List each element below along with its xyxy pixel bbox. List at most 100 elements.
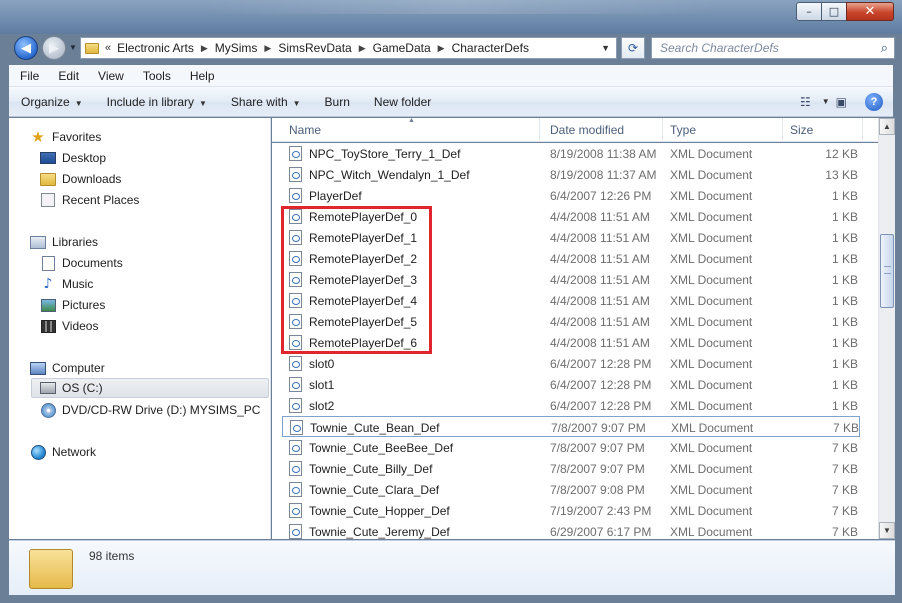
back-button[interactable]: ◀ — [14, 36, 38, 60]
menu-edit[interactable]: Edit — [47, 69, 87, 83]
file-size: 1 KB — [831, 335, 858, 350]
address-bar[interactable]: « Electronic Arts ▶ MySims ▶ SimsRevData… — [80, 37, 617, 59]
file-row[interactable]: Townie_Cute_Bean_Def 7/8/2007 9:07 PM XML … — [282, 416, 860, 437]
refresh-button[interactable]: ⟳ — [621, 37, 645, 59]
maximize-button[interactable]: □ — [821, 2, 847, 21]
forward-button[interactable]: ▶ — [42, 36, 66, 60]
breadcrumb-separator[interactable]: ▶ — [354, 43, 371, 54]
chevron-down-icon: ▼ — [292, 98, 301, 108]
file-row[interactable]: Townie_Cute_Billy_Def 7/8/2007 9:07 PM XML… — [282, 458, 860, 479]
menu-help[interactable]: Help — [179, 69, 223, 83]
view-options-icon[interactable]: ☷ — [800, 95, 811, 109]
nav-videos[interactable]: Videos — [40, 316, 98, 336]
file-row[interactable]: NPC_Witch_Wendalyn_1_Def 8/19/2008 11:37 … — [282, 164, 860, 185]
nav-computer[interactable]: Computer — [30, 358, 105, 378]
file-row[interactable]: NPC_ToyStore_Terry_1_Def 8/19/2008 11:38 … — [282, 143, 860, 164]
annotation-highlight-box — [281, 206, 432, 354]
scroll-down-button[interactable]: ▼ — [879, 522, 895, 539]
nav-os-drive[interactable]: OS (C:) — [31, 378, 269, 398]
file-type: XML Document — [670, 188, 753, 203]
nav-music[interactable]: ♪ Music — [40, 274, 94, 294]
column-header-date-modified[interactable]: Date modified — [543, 118, 663, 142]
nav-documents[interactable]: Documents — [40, 253, 123, 273]
breadcrumb-electronic-arts[interactable]: Electronic Arts — [115, 41, 196, 55]
file-row[interactable]: slot1 6/4/2007 12:28 PM XML Document 1 KB — [282, 374, 860, 395]
help-icon[interactable]: ? — [865, 92, 883, 111]
file-name: Townie_Cute_Billy_Def — [309, 461, 433, 476]
title-bar-glass — [200, 0, 720, 14]
nav-favorites-label: Favorites — [52, 130, 102, 144]
nav-recent-places[interactable]: Recent Places — [40, 190, 139, 210]
file-date-modified: 6/4/2007 12:28 PM — [550, 377, 652, 392]
recent-places-icon — [41, 193, 55, 207]
nav-desktop[interactable]: Desktop — [40, 148, 106, 168]
new-folder-button[interactable]: New folder — [362, 95, 443, 109]
burn-button[interactable]: Burn — [313, 95, 362, 109]
file-type: XML Document — [670, 482, 753, 497]
file-size: 13 KB — [825, 167, 858, 182]
file-row[interactable]: Townie_Cute_Clara_Def 7/8/2007 9:08 PM XML… — [282, 479, 860, 500]
file-date-modified: 4/4/2008 11:51 AM — [550, 293, 650, 308]
scroll-thumb[interactable] — [880, 234, 894, 308]
file-row[interactable]: Townie_Cute_Hopper_Def 7/19/2007 2:43 PM X… — [282, 500, 860, 521]
recent-pages-dropdown[interactable]: ▼ — [69, 43, 77, 52]
search-input[interactable]: Search CharacterDefs ⌕ — [651, 37, 895, 59]
file-name-cell[interactable]: Townie_Cute_Clara_Def — [289, 479, 439, 500]
nav-downloads[interactable]: Downloads — [40, 169, 121, 189]
breadcrumb-characterdefs[interactable]: CharacterDefs — [450, 41, 531, 55]
hard-drive-icon — [40, 382, 56, 394]
breadcrumb-separator[interactable]: ▶ — [433, 43, 450, 54]
file-type: XML Document — [670, 272, 753, 287]
file-date-modified: 7/8/2007 9:07 PM — [550, 461, 645, 476]
file-name-cell[interactable]: NPC_Witch_Wendalyn_1_Def — [289, 164, 470, 185]
file-name-cell[interactable]: Townie_Cute_Jeremy_Def — [289, 521, 450, 539]
file-row[interactable]: Townie_Cute_Jeremy_Def 6/29/2007 6:17 PM X… — [282, 521, 860, 539]
include-in-library-button[interactable]: Include in library ▼ — [95, 95, 219, 109]
breadcrumb-simsrevdata[interactable]: SimsRevData — [276, 41, 353, 55]
file-date-modified: 4/4/2008 11:51 AM — [550, 272, 650, 287]
file-name-cell[interactable]: Townie_Cute_Bean_Def — [290, 417, 439, 438]
file-row[interactable]: slot2 6/4/2007 12:28 PM XML Document 1 KB — [282, 395, 860, 416]
file-name-cell[interactable]: slot1 — [289, 374, 334, 395]
nav-dvd-drive[interactable]: DVD/CD-RW Drive (D:) MYSIMS_PC — [40, 400, 260, 420]
search-icon[interactable]: ⌕ — [881, 40, 888, 56]
breadcrumb-mysims[interactable]: MySims — [213, 41, 260, 55]
file-name-cell[interactable]: slot0 — [289, 353, 334, 374]
chevron-down-icon[interactable]: ▼ — [822, 97, 830, 106]
file-name-cell[interactable]: Townie_Cute_Hopper_Def — [289, 500, 450, 521]
column-header-name[interactable]: Name — [282, 118, 540, 142]
preview-pane-icon[interactable]: ▣ — [836, 95, 847, 109]
address-dropdown[interactable]: ▼ — [601, 43, 610, 53]
nav-pictures[interactable]: Pictures — [40, 295, 105, 315]
file-name-cell[interactable]: Townie_Cute_Billy_Def — [289, 458, 432, 479]
file-row[interactable]: Townie_Cute_BeeBee_Def 7/8/2007 9:07 PM XM… — [282, 437, 860, 458]
file-date-modified: 8/19/2008 11:37 AM — [550, 167, 657, 182]
close-button[interactable]: ✕ — [846, 2, 894, 21]
file-name-cell[interactable]: slot2 — [289, 395, 334, 416]
scroll-up-button[interactable]: ▲ — [879, 118, 895, 135]
nav-libraries[interactable]: Libraries — [30, 232, 98, 252]
menu-view[interactable]: View — [87, 69, 132, 83]
menu-file[interactable]: File — [9, 69, 47, 83]
minimize-button[interactable]: – — [796, 2, 822, 21]
file-row[interactable]: PlayerDef 6/4/2007 12:26 PM XML Document 1 … — [282, 185, 860, 206]
nav-network[interactable]: Network — [30, 442, 96, 462]
menu-tools[interactable]: Tools — [132, 69, 179, 83]
breadcrumb-separator[interactable]: ▶ — [259, 43, 276, 54]
nav-favorites[interactable]: ★ Favorites — [30, 127, 101, 147]
column-header-type[interactable]: Type — [663, 118, 783, 142]
column-header-size[interactable]: Size — [783, 118, 863, 142]
breadcrumb-separator[interactable]: ▶ — [196, 43, 213, 54]
file-size: 1 KB — [831, 377, 858, 392]
breadcrumb-gamedata[interactable]: GameData — [371, 41, 433, 55]
file-name-cell[interactable]: PlayerDef — [289, 185, 362, 206]
file-name-cell[interactable]: NPC_ToyStore_Terry_1_Def — [289, 143, 460, 164]
organize-button[interactable]: Organize ▼ — [9, 95, 95, 109]
file-size: 1 KB — [831, 314, 858, 329]
overflow-chevron[interactable]: « — [105, 42, 111, 54]
file-type: XML Document — [670, 293, 753, 308]
share-with-button[interactable]: Share with ▼ — [219, 95, 313, 109]
file-name-cell[interactable]: Townie_Cute_BeeBee_Def — [289, 437, 453, 458]
vertical-scrollbar[interactable]: ▲ ▼ — [878, 118, 895, 539]
file-row[interactable]: slot0 6/4/2007 12:28 PM XML Document 1 KB — [282, 353, 860, 374]
